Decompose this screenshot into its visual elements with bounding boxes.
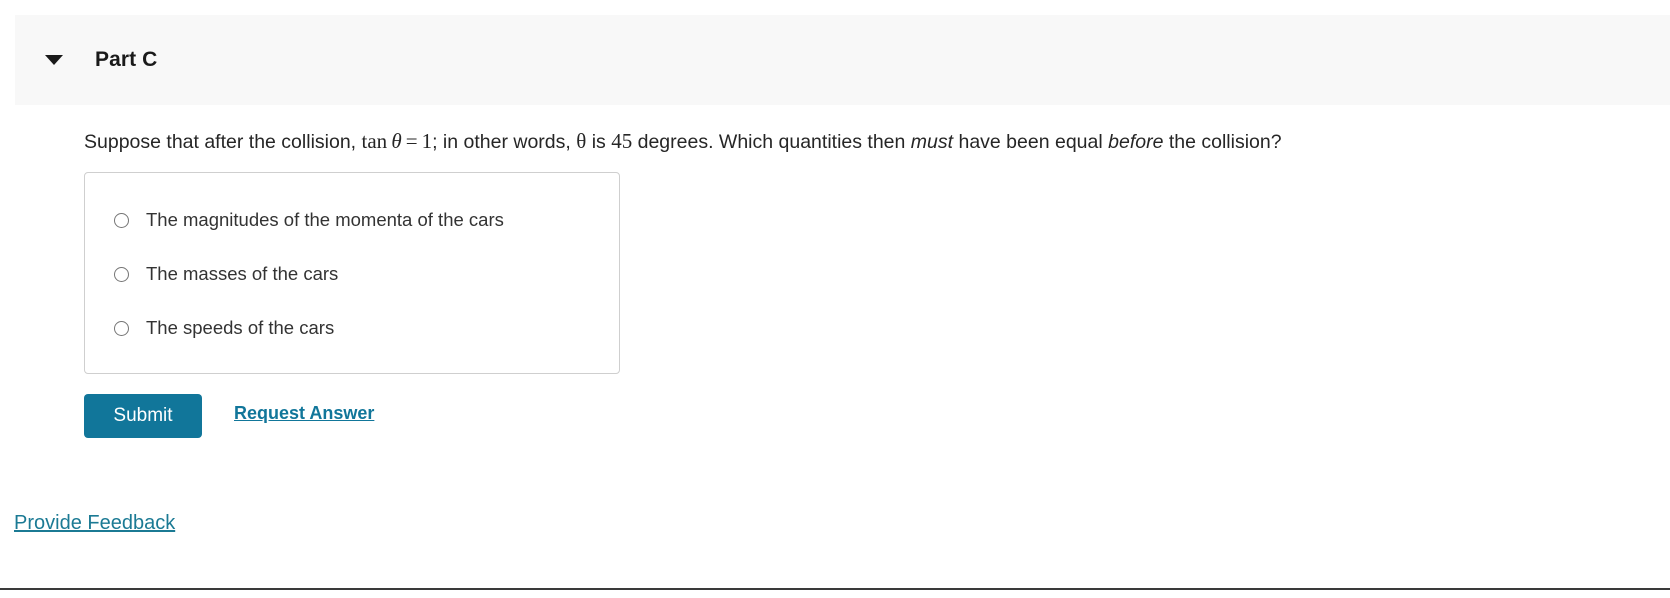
- submit-button[interactable]: Submit: [84, 394, 202, 438]
- radio-button-icon[interactable]: [114, 320, 129, 336]
- choice-row[interactable]: The magnitudes of the momenta of the car…: [114, 209, 504, 231]
- math-expression-tan-theta-equals-one: tan θ = 1: [362, 129, 433, 153]
- choice-row[interactable]: The masses of the cars: [114, 263, 338, 285]
- question-text-after-number: degrees. Which quantities then: [632, 131, 911, 153]
- triangle-down-icon[interactable]: [45, 55, 63, 65]
- question-text-end: the collision?: [1163, 131, 1282, 153]
- choice-label: The masses of the cars: [146, 263, 339, 284]
- question-text-middle: ; in other words,: [432, 131, 577, 153]
- question-text-before-math: Suppose that after the collision,: [84, 131, 362, 153]
- question-text-after-must: have been equal: [953, 131, 1109, 153]
- radio-button-icon[interactable]: [114, 266, 129, 282]
- math-operator-equals: =: [405, 129, 418, 153]
- provide-feedback-link[interactable]: Provide Feedback: [14, 512, 175, 535]
- question-emphasis-must: must: [910, 131, 954, 153]
- question-text-is: is: [586, 131, 612, 153]
- request-answer-link[interactable]: Request Answer: [234, 403, 374, 424]
- math-number-forty-five: 45: [611, 129, 633, 153]
- choice-row[interactable]: The speeds of the cars: [114, 317, 334, 339]
- part-title: Part C: [95, 48, 158, 71]
- part-header[interactable]: Part C: [15, 15, 1670, 105]
- question-statement: Suppose that after the collision, tan θ =…: [84, 126, 1282, 157]
- math-function-tan: tan: [361, 129, 388, 153]
- math-variable-theta: θ: [391, 129, 402, 153]
- choice-label: The magnitudes of the momenta of the car…: [146, 209, 504, 230]
- radio-button-icon[interactable]: [114, 212, 129, 228]
- math-number-one: 1: [421, 129, 433, 153]
- choice-label: The speeds of the cars: [146, 317, 335, 338]
- math-variable-theta-2: θ: [576, 129, 587, 153]
- bottom-divider: [0, 588, 1670, 590]
- question-emphasis-before: before: [1108, 131, 1164, 153]
- answer-choices-box: The magnitudes of the momenta of the car…: [84, 172, 620, 374]
